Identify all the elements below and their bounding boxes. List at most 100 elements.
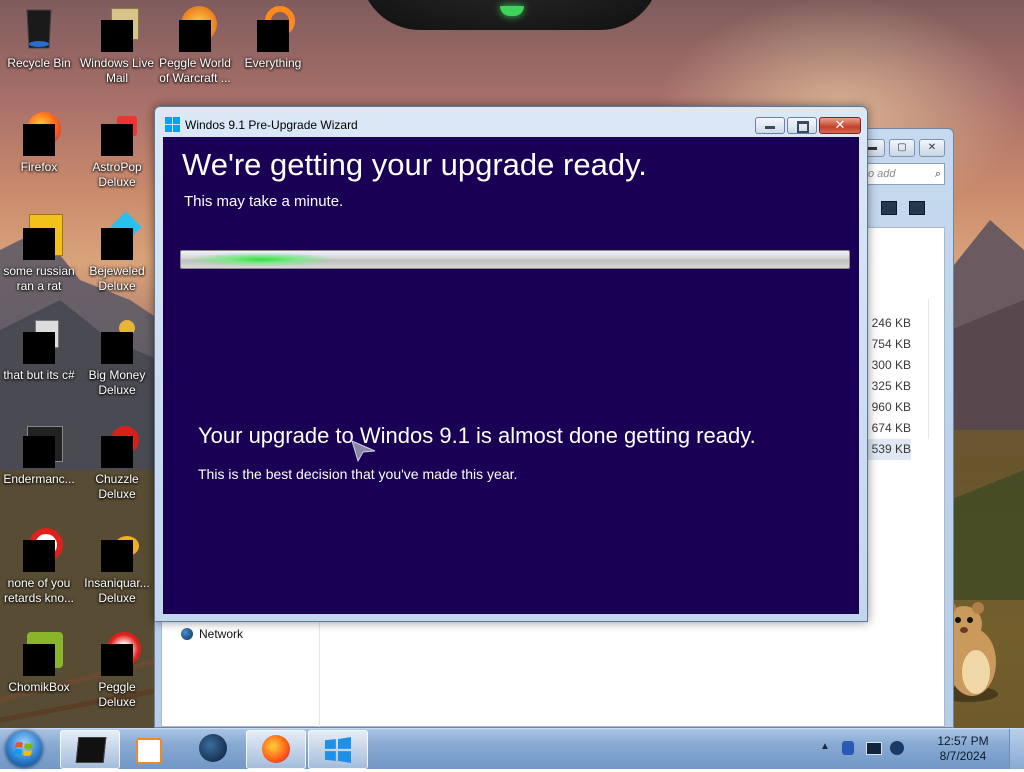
file-size-cell-selected: 539 KB xyxy=(865,439,911,460)
insaniquarium-icon xyxy=(93,524,141,572)
media-player-icon xyxy=(136,738,162,764)
peggle-icon xyxy=(93,628,141,676)
desktop-icon-chomikbox[interactable]: ChomikBox xyxy=(0,628,78,695)
file-size-cell: 960 KB xyxy=(871,400,911,414)
close-icon: ✕ xyxy=(834,117,846,132)
desktop-icon-label: Peggle Deluxe xyxy=(98,680,136,709)
desktop-icon-label: that but its c# xyxy=(3,368,75,382)
minimize-button[interactable] xyxy=(755,117,785,134)
file-size-cell: 246 KB xyxy=(871,316,911,330)
taskbar-item-upgrade-wizard[interactable] xyxy=(308,730,368,769)
desktop-icon-astropop[interactable]: AstroPop Deluxe xyxy=(78,108,156,190)
desktop-icon-chuzzle[interactable]: Chuzzle Deluxe xyxy=(78,420,156,502)
file-size-column: 246 KB 754 KB 300 KB 325 KB 960 KB 674 K… xyxy=(865,313,911,460)
file-size-cell: 754 KB xyxy=(871,337,911,351)
taskbar-item-media-player[interactable] xyxy=(120,730,178,767)
taskbar-item-terminal[interactable] xyxy=(60,730,120,769)
desktop-icon-none-of-you[interactable]: none of you retards kno... xyxy=(0,524,78,606)
desktop-icon-big-money[interactable]: Big Money Deluxe xyxy=(78,316,156,398)
maximize-button[interactable]: ▢ xyxy=(889,139,915,157)
firefox-icon xyxy=(262,735,290,763)
desktop-icon-label: Chuzzle Deluxe xyxy=(95,472,139,501)
desktop-icon-label: ChomikBox xyxy=(8,680,70,694)
network-tray-icon[interactable] xyxy=(866,742,882,755)
taskbar-item-firefox[interactable] xyxy=(246,730,306,769)
file-size-cell: 674 KB xyxy=(871,421,911,435)
status-detail: This is the best decision that you've ma… xyxy=(198,466,518,482)
preview-pane-icon[interactable] xyxy=(909,201,925,215)
file-size-cell: 300 KB xyxy=(871,358,911,372)
file-icon xyxy=(15,212,63,260)
desktop-icon-label: AstroPop Deluxe xyxy=(92,160,142,189)
page-title: We're getting your upgrade ready. xyxy=(182,147,647,182)
terminal-icon xyxy=(15,420,63,468)
peggle-wow-icon xyxy=(171,4,219,52)
desktop-icon-everything[interactable]: Everything xyxy=(234,4,312,71)
status-message: Your upgrade to Windos 9.1 is almost don… xyxy=(198,423,756,448)
nav-item-label: Network xyxy=(199,627,244,641)
desktop-icon-label: Recycle Bin xyxy=(7,56,71,70)
desktop-icon-label: none of you retards kno... xyxy=(3,576,75,605)
mail-icon xyxy=(93,4,141,52)
big-money-icon xyxy=(93,316,141,364)
taskbar: ▲ 12:57 PM 8/7/2024 xyxy=(0,728,1024,769)
desktop-icon-recycle-bin[interactable]: Recycle Bin xyxy=(0,4,78,71)
maximize-icon xyxy=(797,121,809,133)
desktop-icon-insaniquarium[interactable]: Insaniquar... Deluxe xyxy=(78,524,156,606)
desktop-icon-some-russian-ran-a-rat[interactable]: some russian ran a rat xyxy=(0,212,78,294)
desktop-icon-that-but-its-csharp[interactable]: that but its c# xyxy=(0,316,78,383)
shortcut-icon xyxy=(15,316,63,364)
nav-item-network[interactable]: Network xyxy=(181,627,243,641)
explorer-window-controls: ▬ ▢ ✕ xyxy=(855,137,945,157)
recycle-bin-icon xyxy=(15,4,63,52)
desktop-icon-label: Endermanc... xyxy=(3,472,75,486)
progress-indicator-glow xyxy=(191,253,331,266)
close-button[interactable]: ✕ xyxy=(819,117,861,134)
desktop-icon-bejeweled[interactable]: Bejeweled Deluxe xyxy=(78,211,156,294)
chuzzle-icon xyxy=(93,420,141,468)
desktop-icon-windows-live-mail[interactable]: Windows Live Mail xyxy=(78,4,156,86)
wizard-content: We're getting your upgrade ready. This m… xyxy=(163,137,859,614)
desktop-icon-peggle-wow[interactable]: Peggle World of Warcraft ... xyxy=(156,4,234,86)
windows-logo-icon xyxy=(325,737,351,763)
desktop-icon-label: Bejeweled Deluxe xyxy=(89,264,145,293)
desktop-icon-endermanch[interactable]: Endermanc... xyxy=(0,420,78,487)
start-button[interactable] xyxy=(6,731,42,767)
steam-icon xyxy=(199,734,227,762)
window-controls: ✕ xyxy=(753,117,861,135)
desktop-icon-label: Big Money Deluxe xyxy=(88,368,146,397)
desktop-icon-firefox[interactable]: Firefox xyxy=(0,108,78,175)
file-size-cell: 325 KB xyxy=(871,379,911,393)
show-hidden-icons-icon[interactable]: ▲ xyxy=(820,741,830,752)
search-icon[interactable]: ⌕ xyxy=(935,164,941,184)
windows-orb-icon xyxy=(14,742,33,756)
desktop-icon-label: Peggle World of Warcraft ... xyxy=(159,56,231,85)
show-desktop-button[interactable] xyxy=(1009,729,1024,769)
system-tray: ▲ xyxy=(820,739,914,759)
system-clock[interactable]: 12:57 PM 8/7/2024 xyxy=(928,734,998,764)
desktop-icon-label: Insaniquar... Deluxe xyxy=(84,576,150,605)
search-placeholder: o add xyxy=(868,168,896,180)
maximize-button[interactable] xyxy=(787,117,817,134)
clock-time: 12:57 PM xyxy=(937,734,989,748)
desktop-icon-label: Firefox xyxy=(20,160,58,174)
astropop-icon xyxy=(93,108,141,156)
terminal-icon xyxy=(75,737,107,763)
page-subtitle: This may take a minute. xyxy=(184,193,344,210)
network-icon xyxy=(181,628,193,640)
explorer-toolbar xyxy=(869,201,945,221)
chomikbox-icon xyxy=(15,628,63,676)
scrollbar[interactable] xyxy=(928,299,945,439)
search-input[interactable]: o add ⌕ xyxy=(863,163,945,185)
desktop-icon-label: some russian ran a rat xyxy=(3,264,75,293)
view-options-icon[interactable] xyxy=(881,201,897,215)
opera-icon xyxy=(15,524,63,572)
volume-icon[interactable] xyxy=(890,741,904,755)
bluetooth-icon[interactable] xyxy=(842,741,854,755)
progress-bar xyxy=(180,250,850,269)
minimize-icon xyxy=(765,126,775,129)
desktop-icon-peggle[interactable]: Peggle Deluxe xyxy=(78,628,156,710)
taskbar-item-steam[interactable] xyxy=(184,730,242,767)
close-button[interactable]: ✕ xyxy=(919,139,945,157)
upgrade-wizard-window[interactable]: Windos 9.1 Pre-Upgrade Wizard ✕ We're ge… xyxy=(154,106,868,622)
